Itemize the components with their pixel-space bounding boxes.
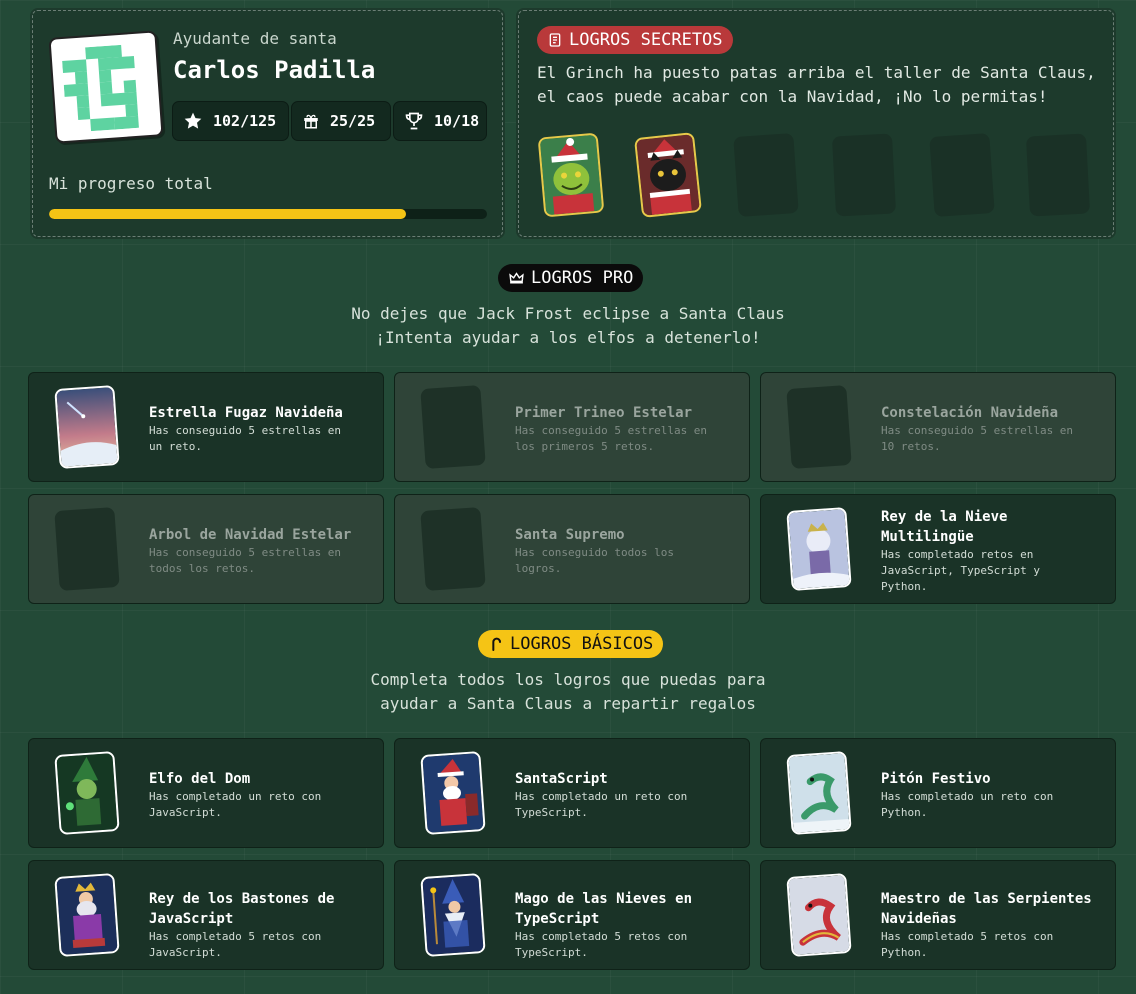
trophies-stat: 10/18 xyxy=(393,101,487,141)
achievement-tile[interactable]: Rey de los Bastones de JavaScript Has co… xyxy=(28,860,384,970)
progress-bar xyxy=(49,209,487,219)
star-icon xyxy=(184,112,202,129)
basic-badge: LOGROS BÁSICOS xyxy=(478,630,664,658)
secret-description: El Grinch ha puesto patas arriba el tall… xyxy=(537,63,1096,106)
locked-card xyxy=(54,507,120,591)
locked-secret-card xyxy=(733,133,799,217)
snow-wizard-art xyxy=(420,873,486,957)
trophy-icon xyxy=(405,112,423,130)
achievement-title: Mago de las Nieves en TypeScript xyxy=(515,891,693,927)
snow-king-art xyxy=(786,507,852,591)
cane-king-art xyxy=(54,873,120,957)
pro-description: No dejes que Jack Frost eclipse a Santa … xyxy=(351,304,785,347)
achievement-title: Santa Supremo xyxy=(515,527,625,543)
pro-badge-label: LOGROS PRO xyxy=(531,268,634,288)
achievement-tile[interactable]: Rey de la Nieve Multilingüe Has completa… xyxy=(760,494,1116,604)
achievement-title: Elfo del Dom xyxy=(149,771,251,787)
achievement-desc: Has conseguido todos los logros. xyxy=(515,546,674,575)
grinch-card[interactable] xyxy=(537,132,605,218)
achievement-tile[interactable]: Elfo del Dom Has completado un reto con … xyxy=(28,738,384,848)
achievement-tile[interactable]: Estrella Fugaz Navideña Has conseguido 5… xyxy=(28,372,384,482)
user-name: Carlos Padilla xyxy=(173,56,376,84)
locked-secret-card xyxy=(1025,133,1091,217)
achievement-title: Primer Trineo Estelar xyxy=(515,405,693,421)
gift-icon xyxy=(304,114,318,129)
achievement-title: Constelación Navideña xyxy=(881,405,1059,421)
achievement-tile-locked[interactable]: Santa Supremo Has conseguido todos los l… xyxy=(394,494,750,604)
achievement-desc: Has completado 5 retos con Python. xyxy=(881,930,1054,959)
achievement-tile[interactable]: Pitón Festivo Has completado un reto con… xyxy=(760,738,1116,848)
secret-badge-label: LOGROS SECRETOS xyxy=(569,30,723,50)
achievement-tile[interactable]: Maestro de las Serpientes Navideñas Has … xyxy=(760,860,1116,970)
achievement-tile[interactable]: Mago de las Nieves en TypeScript Has com… xyxy=(394,860,750,970)
achievement-desc: Has completado un reto con TypeScript. xyxy=(515,790,688,819)
basic-description: Completa todos los logros que puedas par… xyxy=(370,670,766,713)
stars-stat: 102/125 xyxy=(172,101,289,141)
python-snake-art xyxy=(786,751,852,835)
progress-fill xyxy=(49,209,406,219)
achievement-title: SantaScript xyxy=(515,771,608,787)
achievement-desc: Has completado retos en JavaScript, Type… xyxy=(881,548,1040,593)
serpent-master-art xyxy=(786,873,852,957)
achievement-title: Rey de la Nieve Multilingüe xyxy=(881,509,1008,545)
locked-card xyxy=(786,385,852,469)
black-cat-card[interactable] xyxy=(633,132,703,218)
achievement-title: Arbol de Navidad Estelar xyxy=(149,527,352,543)
achievement-title: Maestro de las Serpientes Navideñas xyxy=(881,891,1092,927)
achievement-desc: Has completado 5 retos con TypeScript. xyxy=(515,930,688,959)
shooting-star-art xyxy=(54,385,120,469)
user-role: Ayudante de santa xyxy=(173,29,337,48)
achievement-desc: Has conseguido 5 estrellas en 10 retos. xyxy=(881,424,1074,453)
achievement-desc: Has conseguido 5 estrellas en los primer… xyxy=(515,424,708,453)
achievement-title: Estrella Fugaz Navideña xyxy=(149,405,343,421)
achievement-tile-locked[interactable]: Constelación Navideña Has conseguido 5 e… xyxy=(760,372,1116,482)
achievement-title: Pitón Festivo xyxy=(881,771,991,787)
achievement-desc: Has conseguido 5 estrellas en un reto. xyxy=(149,424,342,453)
locked-card xyxy=(420,385,486,469)
elf-art xyxy=(54,751,120,835)
basic-badge-label: LOGROS BÁSICOS xyxy=(510,634,654,654)
achievement-desc: Has completado un reto con JavaScript. xyxy=(149,790,322,819)
candy-cane-icon xyxy=(492,637,501,651)
secret-badge: LOGROS SECRETOS xyxy=(537,26,733,54)
achievement-tile-locked[interactable]: Primer Trineo Estelar Has conseguido 5 e… xyxy=(394,372,750,482)
locked-secret-card xyxy=(929,133,995,217)
santa-art xyxy=(420,751,486,835)
achievement-tile[interactable]: SantaScript Has completado un reto con T… xyxy=(394,738,750,848)
scroll-icon xyxy=(549,33,561,47)
trophies-value: 10/18 xyxy=(434,112,480,130)
achievement-title: Rey de los Bastones de JavaScript xyxy=(149,891,335,927)
achievement-desc: Has conseguido 5 estrellas en todos los … xyxy=(149,546,342,575)
gifts-stat: 25/25 xyxy=(291,101,391,141)
gifts-value: 25/25 xyxy=(330,112,376,130)
locked-secret-card xyxy=(831,133,897,217)
progress-label: Mi progreso total xyxy=(49,174,213,193)
achievement-desc: Has completado un reto con Python. xyxy=(881,790,1054,819)
locked-card xyxy=(420,507,486,591)
user-avatar xyxy=(48,30,164,144)
achievement-desc: Has completado 5 retos con JavaScript. xyxy=(149,930,322,959)
pro-badge: LOGROS PRO xyxy=(498,264,644,292)
stars-value: 102/125 xyxy=(213,112,277,130)
achievement-tile-locked[interactable]: Arbol de Navidad Estelar Has conseguido … xyxy=(28,494,384,604)
crown-icon xyxy=(509,271,524,283)
